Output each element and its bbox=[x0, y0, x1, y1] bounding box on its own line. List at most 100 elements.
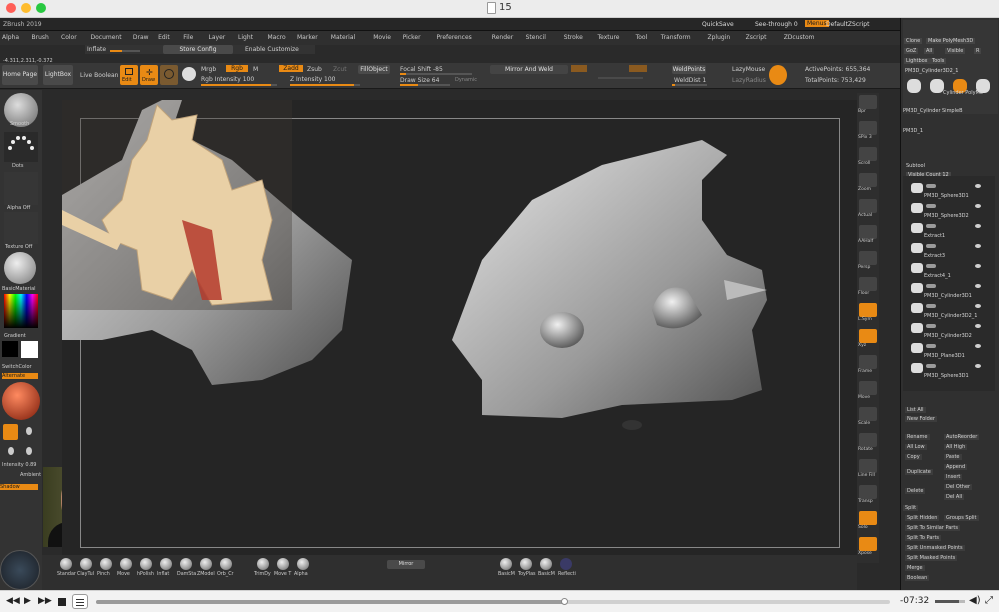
menu-item-edit[interactable]: Edit bbox=[158, 34, 170, 41]
del-all-button[interactable]: Del All bbox=[944, 494, 965, 500]
groups-split-button[interactable]: Groups Split bbox=[944, 515, 979, 521]
subtool-toggle[interactable] bbox=[926, 224, 936, 228]
shelf-zoom-button[interactable] bbox=[859, 173, 877, 187]
menu-item-zplugin[interactable]: Zplugin bbox=[708, 34, 731, 41]
brush-pinch-icon[interactable] bbox=[100, 558, 112, 570]
menu-item-tool[interactable]: Tool bbox=[636, 34, 648, 41]
menu-item-texture[interactable]: Texture bbox=[598, 34, 620, 41]
subtool-item[interactable]: PM3D_Sphere3D1 bbox=[924, 373, 969, 379]
lightbox-button[interactable]: LightBox bbox=[43, 65, 73, 85]
speaker-icon[interactable]: ◀) bbox=[969, 595, 981, 606]
tool-thumb-1[interactable] bbox=[930, 79, 944, 93]
subtool-toggle[interactable] bbox=[926, 344, 936, 348]
m-button[interactable]: M bbox=[253, 66, 258, 73]
eye-icon[interactable] bbox=[975, 324, 981, 328]
subtool-toggle[interactable] bbox=[926, 304, 936, 308]
brush-standar-icon[interactable] bbox=[60, 558, 72, 570]
alternate-button[interactable]: Alternate bbox=[2, 373, 38, 379]
subtool-item[interactable]: PM3D_Sphere3D2 bbox=[924, 213, 969, 219]
menu-item-document[interactable]: Document bbox=[91, 34, 122, 41]
eye-icon[interactable] bbox=[975, 284, 981, 288]
draw-button[interactable]: Draw ✛ bbox=[140, 65, 158, 85]
tool-make-polymesh3d-button[interactable]: Make PolyMesh3D bbox=[926, 38, 976, 44]
subtool-item[interactable]: Extract4_1 bbox=[924, 273, 951, 279]
eye-icon[interactable] bbox=[975, 264, 981, 268]
enable-customize-button[interactable]: Enable Customize bbox=[245, 46, 299, 53]
tool-tools-button[interactable]: Tools bbox=[930, 58, 947, 64]
list-all-button[interactable]: List All bbox=[905, 407, 926, 413]
split-hidden-button[interactable]: Split Hidden bbox=[905, 515, 940, 521]
rgb-button[interactable]: Rgb bbox=[226, 65, 248, 72]
draw-size-slider[interactable] bbox=[400, 84, 450, 86]
shelf-l-sym-button[interactable] bbox=[859, 303, 877, 317]
delete-button[interactable]: Delete bbox=[905, 488, 926, 494]
edit-button[interactable]: Edit bbox=[120, 65, 138, 85]
material-1-icon[interactable] bbox=[520, 558, 532, 570]
split-parts-button[interactable]: Split To Parts bbox=[905, 535, 942, 541]
defaultzscript-button[interactable]: DefaultZScript bbox=[826, 21, 869, 28]
tool-goz-button[interactable]: GoZ bbox=[904, 48, 919, 54]
secondary-color-swatch[interactable] bbox=[21, 341, 38, 358]
menu-item-picker[interactable]: Picker bbox=[403, 34, 421, 41]
navigation-gizmo[interactable] bbox=[0, 550, 40, 590]
subtool-item[interactable]: PM3D_Cylinder3D2 bbox=[924, 333, 972, 339]
menu-item-transform[interactable]: Transform bbox=[661, 34, 691, 41]
mirror-weld-button[interactable]: Mirror And Weld bbox=[490, 65, 568, 74]
subtool-toggle[interactable] bbox=[926, 204, 936, 208]
tool-lightbox-button[interactable]: Lightbox bbox=[904, 58, 930, 64]
color-picker[interactable] bbox=[4, 294, 38, 328]
radial-slider[interactable] bbox=[598, 77, 643, 79]
material-2-icon[interactable] bbox=[540, 558, 552, 570]
eye-icon[interactable] bbox=[975, 244, 981, 248]
menu-item-file[interactable]: File bbox=[183, 34, 193, 41]
eye-icon[interactable] bbox=[975, 204, 981, 208]
brush-zmodel-icon[interactable] bbox=[200, 558, 212, 570]
split-unmasked-button[interactable]: Split Unmasked Points bbox=[905, 545, 965, 551]
shelf-floor-button[interactable] bbox=[859, 277, 877, 291]
texture-slot[interactable] bbox=[4, 212, 38, 244]
shelf-transp-button[interactable] bbox=[859, 485, 877, 499]
dots-stroke-icon[interactable] bbox=[4, 132, 38, 162]
menu-item-material[interactable]: Material bbox=[331, 34, 355, 41]
material-3-icon[interactable] bbox=[560, 558, 572, 570]
shelf-move-button[interactable] bbox=[859, 381, 877, 395]
quicksave-button[interactable]: QuickSave bbox=[702, 21, 734, 28]
dynamic-button[interactable]: Dynamic bbox=[455, 77, 477, 83]
menu-item-zdcustom[interactable]: ZDcustom bbox=[784, 34, 815, 41]
menu-item-movie[interactable]: Movie bbox=[373, 34, 391, 41]
zsub-button[interactable]: Zsub bbox=[307, 66, 322, 73]
progress-track[interactable] bbox=[96, 598, 890, 605]
move-mode-button[interactable] bbox=[160, 65, 178, 85]
mrgb-button[interactable]: Mrgb bbox=[201, 66, 216, 73]
zadd-button[interactable]: Zadd bbox=[279, 65, 303, 72]
menu-item-stroke[interactable]: Stroke bbox=[564, 34, 583, 41]
play-icon[interactable]: ▶ bbox=[24, 596, 31, 606]
append-button[interactable]: Append bbox=[944, 464, 968, 470]
subtool-toggle[interactable] bbox=[926, 364, 936, 368]
switchcolor-label[interactable]: SwitchColor bbox=[2, 364, 32, 370]
rename-button[interactable]: Rename bbox=[905, 434, 930, 440]
insert-button[interactable]: Insert bbox=[944, 474, 963, 480]
document-canvas[interactable] bbox=[62, 100, 857, 555]
boolean-header[interactable]: Boolean bbox=[905, 575, 930, 581]
mirror-button[interactable]: Mirror bbox=[387, 560, 425, 569]
light-bulb-3-icon[interactable] bbox=[8, 447, 14, 455]
inflate-slider[interactable] bbox=[110, 50, 140, 52]
tool-clone-button[interactable]: Clone bbox=[904, 38, 923, 44]
subtool-toggle[interactable] bbox=[926, 264, 936, 268]
brush-move-t-icon[interactable] bbox=[277, 558, 289, 570]
zoom-window-button[interactable] bbox=[36, 3, 46, 13]
eye-icon[interactable] bbox=[975, 184, 981, 188]
light-bulb-4-icon[interactable] bbox=[26, 447, 32, 455]
light-bulb-2-icon[interactable] bbox=[26, 427, 32, 435]
shadow-button[interactable]: Shadow bbox=[0, 484, 38, 490]
subtool-item[interactable]: PM3D_Cylinder3D1 bbox=[924, 293, 972, 299]
brush-move-icon[interactable] bbox=[120, 558, 132, 570]
subtool-toggle[interactable] bbox=[926, 324, 936, 328]
subtool-item[interactable]: Extract3 bbox=[924, 253, 945, 259]
split-header[interactable]: Split bbox=[903, 505, 919, 511]
tool-thumb-0[interactable] bbox=[907, 79, 921, 93]
minimize-window-button[interactable] bbox=[21, 3, 31, 13]
shelf-line-fill-button[interactable] bbox=[859, 459, 877, 473]
paste-button[interactable]: Paste bbox=[944, 454, 962, 460]
